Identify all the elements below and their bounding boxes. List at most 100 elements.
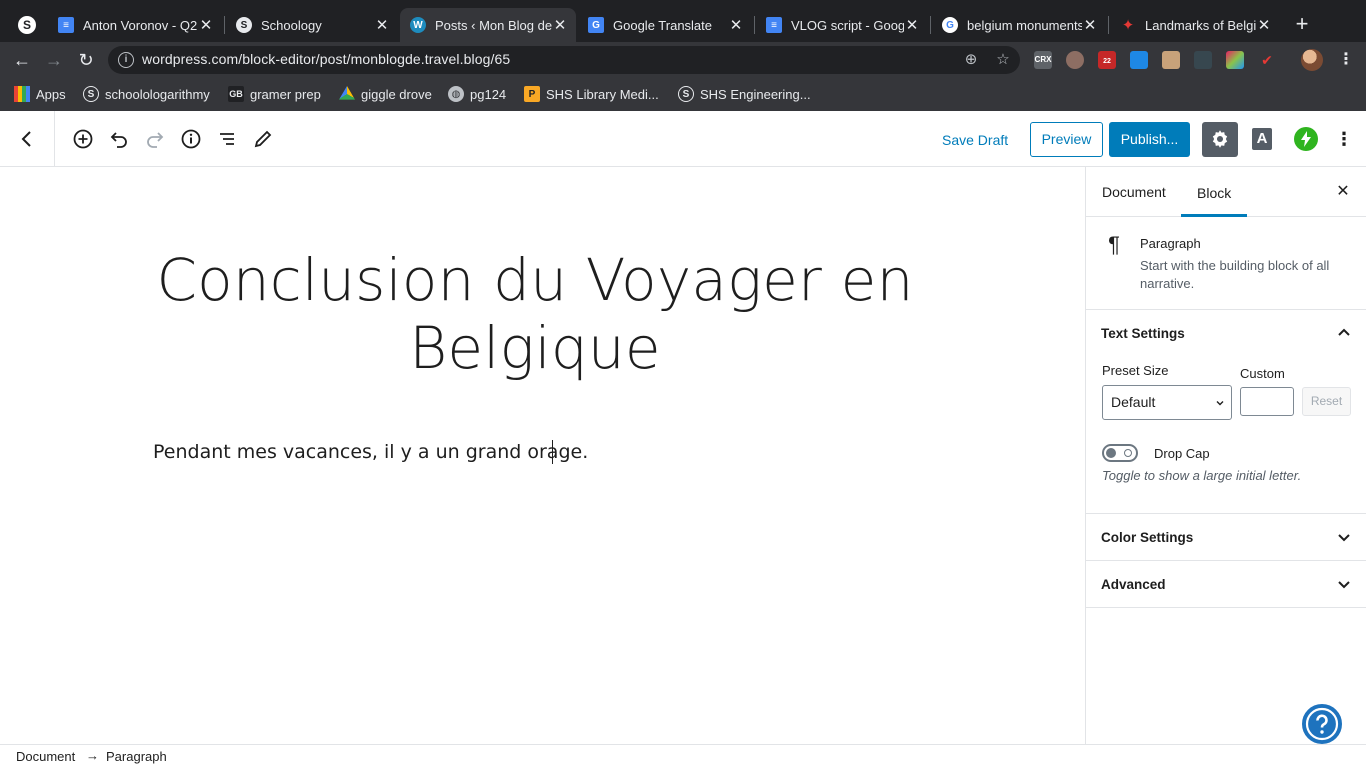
- add-block-icon[interactable]: [71, 127, 95, 151]
- chevron-down-icon[interactable]: [1336, 529, 1352, 545]
- preview-button[interactable]: Preview: [1030, 122, 1103, 157]
- preset-size-label: Preset Size: [1102, 363, 1169, 378]
- star-icon: ✦: [1121, 17, 1135, 34]
- close-icon[interactable]: ✕: [1334, 183, 1352, 201]
- tab-divider: [224, 16, 225, 34]
- tab-document[interactable]: Document: [1086, 167, 1182, 217]
- back-arrow-icon[interactable]: ←: [10, 48, 34, 72]
- close-icon[interactable]: ✕: [1082, 16, 1098, 34]
- translate-icon: G: [588, 17, 604, 33]
- color-settings-title: Color Settings: [1101, 530, 1194, 545]
- bookmark-giggle-drove[interactable]: giggle drove: [339, 84, 432, 104]
- badge-extension-icon[interactable]: 22: [1098, 51, 1116, 69]
- save-draft-button[interactable]: Save Draft: [936, 124, 1014, 156]
- close-icon[interactable]: ✕: [728, 16, 744, 34]
- redo-icon[interactable]: [143, 127, 167, 151]
- url-text[interactable]: wordpress.com/block-editor/post/monblogd…: [142, 51, 510, 67]
- jetpack-bolt-icon[interactable]: [1294, 127, 1318, 151]
- tab-belgium-monuments[interactable]: G belgium monuments ✕: [932, 8, 1106, 42]
- bookmark-apps[interactable]: Apps: [14, 84, 66, 104]
- chevron-down-icon: [1214, 396, 1226, 408]
- pencil-icon[interactable]: [251, 127, 275, 151]
- owl-extension-icon[interactable]: [1066, 51, 1084, 69]
- tab-anton-voronov[interactable]: ≡ Anton Voronov - Q2 ✕: [48, 8, 222, 42]
- chevron-up-icon[interactable]: [1336, 325, 1352, 341]
- drop-cap-help-text: Toggle to show a large initial letter.: [1102, 468, 1302, 483]
- check-extension-icon[interactable]: ✔: [1258, 51, 1276, 69]
- tab-title: VLOG script - Goog: [791, 17, 904, 33]
- paragraph-icon: ¶: [1108, 232, 1120, 257]
- tab-google-translate[interactable]: G Google Translate ✕: [578, 8, 752, 42]
- toggle-off-indicator: [1124, 449, 1132, 457]
- close-icon[interactable]: ✕: [904, 16, 920, 34]
- block-description: Start with the building block of all nar…: [1140, 258, 1330, 291]
- post-title[interactable]: Conclusion du Voyager en Belgique: [120, 246, 950, 382]
- close-icon[interactable]: ✕: [374, 16, 390, 34]
- text-caret: [552, 440, 553, 464]
- crx-extension-icon[interactable]: CRX: [1034, 51, 1052, 69]
- dark-extension-icon[interactable]: [1194, 51, 1212, 69]
- toggle-knob: [1106, 448, 1116, 458]
- bookmark-label: SHS Library Medi...: [546, 86, 659, 102]
- bookmark-star-icon[interactable]: ☆: [993, 50, 1013, 70]
- preset-size-select[interactable]: Default: [1102, 385, 1232, 420]
- tab-divider: [1108, 16, 1109, 34]
- profile-avatar[interactable]: [1301, 49, 1323, 71]
- typography-icon[interactable]: A: [1252, 128, 1272, 150]
- breadcrumb-paragraph[interactable]: Paragraph: [106, 749, 167, 764]
- tab-vlog-script[interactable]: ≡ VLOG script - Goog ✕: [756, 8, 928, 42]
- paragraph-block[interactable]: Pendant mes vacances, il y a un grand or…: [153, 440, 588, 464]
- schoology-icon: S: [236, 17, 252, 33]
- reset-button[interactable]: Reset: [1302, 387, 1351, 416]
- site-info-icon[interactable]: i: [118, 52, 134, 68]
- tab-title: Posts ‹ Mon Blog de: [435, 17, 552, 33]
- chrome-menu-icon[interactable]: ⋮: [1338, 49, 1354, 71]
- help-question-icon[interactable]: [1302, 704, 1342, 744]
- post-title-line-2: Belgique: [409, 314, 661, 382]
- bookmark-shs-library[interactable]: P SHS Library Medi...: [524, 84, 659, 104]
- breadcrumb-document[interactable]: Document: [16, 749, 75, 764]
- publish-button[interactable]: Publish...: [1109, 122, 1190, 157]
- tab-landmarks-belgium[interactable]: ✦ Landmarks of Belgi ✕: [1110, 8, 1280, 42]
- tab-block[interactable]: Block: [1181, 167, 1248, 217]
- reload-icon[interactable]: ↻: [74, 48, 98, 72]
- google-icon: G: [942, 17, 958, 33]
- new-tab-button[interactable]: +: [1290, 12, 1314, 36]
- editor-footer: [0, 744, 1366, 768]
- tab-title: belgium monuments: [967, 17, 1082, 33]
- close-icon[interactable]: ✕: [198, 16, 214, 34]
- chevron-left-icon[interactable]: [15, 127, 39, 151]
- apps-grid-icon: [14, 86, 30, 102]
- wordpress-icon: W: [410, 17, 426, 33]
- gb-icon: GB: [228, 86, 244, 102]
- add-circle-icon[interactable]: ⊕: [961, 50, 981, 70]
- close-icon[interactable]: ✕: [552, 16, 568, 34]
- bookmark-label: SHS Engineering...: [700, 86, 811, 102]
- more-options-icon[interactable]: ⋮: [1334, 127, 1354, 151]
- bookmark-shs-engineering[interactable]: S SHS Engineering...: [678, 84, 811, 104]
- bookmark-schoolologarithmy[interactable]: S schoolologarithmy: [83, 84, 210, 104]
- bookmark-gramer-prep[interactable]: GB gramer prep: [228, 84, 321, 104]
- info-icon[interactable]: [179, 127, 203, 151]
- schoology-pinned-tab-icon[interactable]: S: [18, 16, 36, 34]
- block-navigation-icon[interactable]: [215, 127, 239, 151]
- text-settings-body: [1086, 357, 1366, 514]
- color-extension-icon[interactable]: [1226, 51, 1244, 69]
- tab-wordpress-posts[interactable]: W Posts ‹ Mon Blog de ✕: [400, 8, 576, 42]
- docs-icon: ≡: [58, 17, 74, 33]
- face-extension-icon[interactable]: [1162, 51, 1180, 69]
- bookmark-label: gramer prep: [250, 86, 321, 102]
- undo-icon[interactable]: [107, 127, 131, 151]
- post-title-line-1: Conclusion du Voyager en: [156, 246, 914, 314]
- settings-gear-icon[interactable]: [1202, 122, 1238, 157]
- blue-extension-icon[interactable]: [1130, 51, 1148, 69]
- chevron-down-icon[interactable]: [1336, 576, 1352, 592]
- docs-icon: ≡: [766, 17, 782, 33]
- forward-arrow-icon[interactable]: →: [42, 48, 66, 72]
- bookmark-pg124[interactable]: ◍ pg124: [448, 84, 506, 104]
- schoology-icon: S: [678, 86, 694, 102]
- tab-schoology[interactable]: S Schoology ✕: [226, 8, 398, 42]
- tab-divider: [754, 16, 755, 34]
- custom-size-input[interactable]: [1240, 387, 1294, 416]
- close-icon[interactable]: ✕: [1256, 16, 1272, 34]
